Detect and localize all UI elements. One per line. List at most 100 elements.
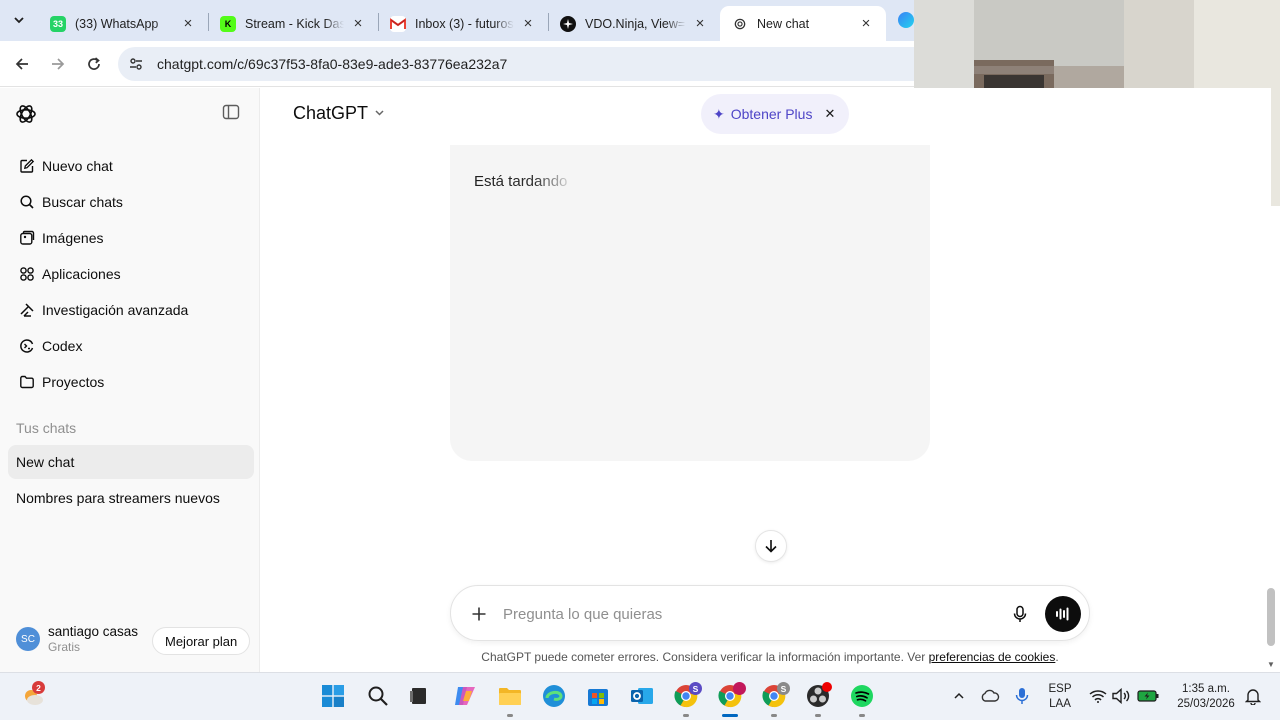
voice-mode-button[interactable]	[1045, 596, 1081, 632]
user-profile-button[interactable]: SC santiago casas Gratis	[16, 624, 138, 654]
tab-search-button[interactable]	[8, 9, 30, 31]
chat-title: Nombres para streamers nuevos	[16, 490, 220, 506]
close-icon[interactable]: ✕	[824, 106, 835, 122]
sidebar: Nuevo chat Buscar chats Imágenes Aplicac…	[0, 88, 260, 672]
folder-icon	[18, 373, 36, 391]
add-attachment-button[interactable]	[467, 602, 491, 626]
scrollbar-thumb[interactable]	[1267, 588, 1275, 646]
tab-title: Stream - Kick Dashboard	[245, 16, 344, 31]
close-icon[interactable]: ×	[692, 15, 708, 32]
reload-button[interactable]	[82, 52, 106, 76]
scroll-to-bottom-button[interactable]	[755, 530, 787, 562]
site-info-icon[interactable]	[126, 54, 146, 74]
next-tab-favicon-icon[interactable]	[898, 12, 914, 28]
chat-main: ChatGPT ✦ Obtener Plus ✕ Está tardando C…	[261, 88, 1275, 672]
chat-list-item-streamer-names[interactable]: Nombres para streamers nuevos	[8, 481, 254, 515]
deep-research-icon	[18, 301, 36, 319]
sidebar-item-label: Proyectos	[42, 374, 105, 390]
notifications-button[interactable]	[1240, 683, 1266, 709]
sidebar-item-new-chat[interactable]: Nuevo chat	[8, 149, 254, 183]
microsoft-store-button[interactable]	[585, 683, 611, 709]
dictate-button[interactable]	[1009, 603, 1031, 625]
chevron-down-icon	[374, 107, 385, 121]
chrome-profile-badge: S	[777, 682, 790, 695]
tab-gmail[interactable]: Inbox (3) - futurosteamer ×	[378, 6, 548, 41]
model-selector[interactable]: ChatGPT	[293, 103, 385, 124]
battery-button[interactable]	[1135, 683, 1161, 709]
running-indicator	[683, 714, 689, 717]
running-indicator	[859, 714, 865, 717]
taskbar-search-button[interactable]	[365, 683, 391, 709]
sidebar-item-label: Investigación avanzada	[42, 302, 189, 318]
sidebar-item-label: Nuevo chat	[42, 158, 113, 174]
onedrive-button[interactable]	[977, 683, 1003, 709]
tab-whatsapp[interactable]: 33 (33) WhatsApp ×	[38, 6, 208, 41]
close-icon[interactable]: ×	[350, 15, 366, 32]
tab-title: (33) WhatsApp	[75, 16, 159, 31]
speaker-icon	[1112, 688, 1130, 704]
running-indicator	[507, 714, 513, 717]
weather-badge: 2	[32, 681, 45, 694]
volume-button[interactable]	[1108, 683, 1134, 709]
tab-vdo-ninja[interactable]: VDO.Ninja, View= ×	[548, 6, 720, 41]
running-indicator	[815, 714, 821, 717]
folder-icon	[499, 688, 521, 705]
windows-logo-icon	[322, 685, 344, 707]
microphone-status-button[interactable]	[1009, 683, 1035, 709]
tab-new-chat[interactable]: New chat ×	[720, 6, 886, 41]
language-code: ESP	[1048, 683, 1072, 695]
task-view-button[interactable]	[406, 683, 432, 709]
get-plus-button[interactable]: ✦ Obtener Plus ✕	[701, 94, 850, 134]
sidebar-item-label: Aplicaciones	[42, 266, 121, 282]
sidebar-item-images[interactable]: Imágenes	[8, 221, 254, 255]
edge-button[interactable]	[541, 683, 567, 709]
back-button[interactable]	[10, 52, 34, 76]
tab-kick-dashboard[interactable]: K Stream - Kick Dashboard ×	[208, 6, 378, 41]
sidebar-item-codex[interactable]: Codex	[8, 329, 254, 363]
get-plus-label: Obtener Plus	[730, 106, 813, 122]
sidebar-item-projects[interactable]: Proyectos	[8, 365, 254, 399]
apps-icon	[18, 265, 36, 283]
sidebar-toggle-button[interactable]	[222, 103, 244, 125]
search-icon	[18, 193, 36, 211]
spotify-button[interactable]	[849, 683, 875, 709]
microphone-icon	[1015, 688, 1029, 704]
voice-waveform-icon	[1056, 607, 1069, 621]
search-icon	[368, 686, 388, 706]
forward-button[interactable]	[46, 52, 70, 76]
copilot-button[interactable]	[452, 683, 478, 709]
close-icon[interactable]: ×	[520, 15, 536, 32]
close-icon[interactable]: ×	[180, 15, 196, 32]
show-hidden-icons-button[interactable]	[946, 683, 972, 709]
file-explorer-button[interactable]	[497, 683, 523, 709]
sidebar-item-deep-research[interactable]: Investigación avanzada	[8, 293, 254, 327]
prompt-composer	[450, 585, 1090, 641]
chatgpt-logo-icon[interactable]	[14, 102, 38, 126]
close-icon[interactable]: ×	[858, 15, 874, 32]
tab-title: VDO.Ninja, View=	[585, 16, 686, 31]
cookie-preferences-link[interactable]: preferencias de cookies	[929, 650, 1056, 664]
clock-button[interactable]: 1:35 a.m. 25/03/2026	[1168, 682, 1244, 712]
sidebar-item-label: Codex	[42, 338, 83, 354]
keyboard-layout: LAA	[1049, 698, 1071, 710]
sidebar-item-search-chats[interactable]: Buscar chats	[8, 185, 254, 219]
address-bar[interactable]: chatgpt.com/c/69c37f53-8fa0-83e9-ade3-83…	[118, 47, 918, 81]
outlook-button[interactable]	[629, 683, 655, 709]
chevron-down-icon	[14, 17, 24, 24]
chat-list-item-new-chat[interactable]: New chat	[8, 445, 254, 479]
input-language-indicator[interactable]: ESP LAA	[1044, 682, 1076, 712]
chevron-up-icon	[954, 692, 964, 699]
sparkle-icon: ✦	[713, 105, 725, 122]
scrollbar-down-arrow-icon[interactable]: ▼	[1267, 660, 1275, 669]
clock-date: 25/03/2026	[1177, 698, 1235, 710]
sidebar-item-apps[interactable]: Aplicaciones	[8, 257, 254, 291]
sidebar-item-label: Imágenes	[42, 230, 104, 246]
prompt-input[interactable]	[503, 604, 983, 624]
clock-time: 1:35 a.m.	[1182, 683, 1230, 695]
start-button[interactable]	[320, 683, 346, 709]
upgrade-plan-button[interactable]: Mejorar plan	[152, 627, 251, 655]
wifi-icon	[1089, 690, 1107, 703]
codex-icon	[18, 337, 36, 355]
chrome-profile-badge: S	[689, 682, 702, 695]
battery-charging-icon	[1137, 690, 1159, 702]
